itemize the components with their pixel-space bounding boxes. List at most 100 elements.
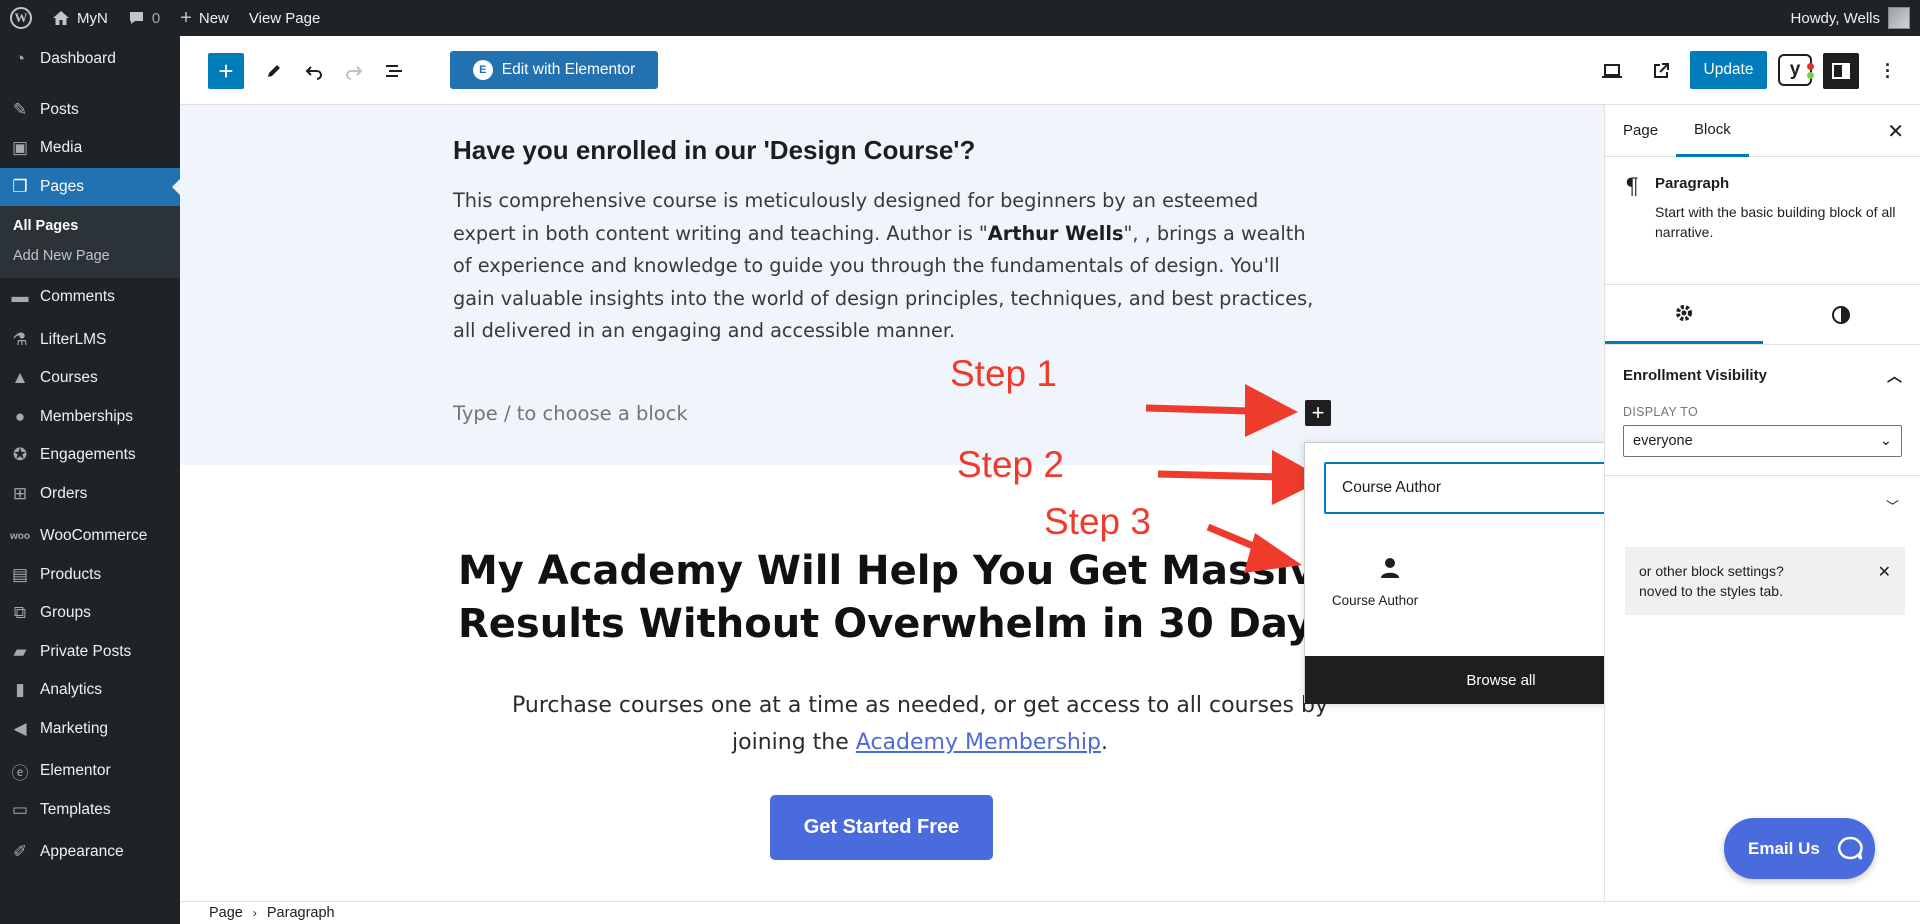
- sidebar-item-pages[interactable]: ❐ Pages: [0, 167, 180, 206]
- admin-sidebar: ◔ Dashboard ✎ Posts ▣ Media ❐ Pages All Page…: [0, 36, 180, 924]
- comments-link[interactable]: 0: [118, 0, 170, 36]
- sidebar-item-comments[interactable]: ▬ Comments: [0, 278, 180, 317]
- sidebar-item-engagements[interactable]: ✪ Engagements: [0, 436, 180, 475]
- sidebar-item-memberships[interactable]: ● Memberships: [0, 398, 180, 437]
- inline-block-inserter-button[interactable]: +: [1305, 400, 1331, 426]
- sidebar-item-courses[interactable]: ▲ Courses: [0, 359, 180, 398]
- plus-icon: +: [218, 56, 234, 86]
- site-name-link[interactable]: MyN: [42, 0, 118, 36]
- submenu-all-pages[interactable]: All Pages: [0, 211, 180, 241]
- pages-icon: ❐: [12, 176, 28, 196]
- hero-heading[interactable]: My Academy Will Help You Get Massiv Resu…: [458, 545, 1358, 651]
- hero-heading-line: My Academy Will Help You Get Massiv: [458, 548, 1316, 594]
- close-icon[interactable]: ✕: [1887, 119, 1904, 144]
- block-breadcrumb: Page › Paragraph: [180, 901, 1920, 924]
- course-author-block-result[interactable]: Course Author: [1332, 553, 1445, 608]
- chevron-up-icon: ︿: [1886, 367, 1902, 385]
- breadcrumb-page[interactable]: Page: [209, 905, 243, 921]
- options-button[interactable]: · · ·: [1870, 53, 1906, 89]
- groups-icon: ●: [14, 406, 26, 426]
- list-view-icon: [386, 65, 402, 77]
- sidebar-item-label: Products: [40, 565, 102, 583]
- tab-styles[interactable]: [1763, 285, 1920, 344]
- sidebar-item-label: Templates: [40, 800, 111, 818]
- sidebar-item-orders[interactable]: ⊞ Orders: [0, 475, 180, 514]
- sidebar-item-appearance[interactable]: ✐ Appearance: [0, 833, 180, 872]
- tab-settings[interactable]: [1605, 285, 1763, 344]
- notice-line: noved to the styles tab.: [1639, 583, 1783, 599]
- sidebar-item-label: Elementor: [40, 762, 111, 780]
- new-content-link[interactable]: + New: [170, 0, 239, 36]
- view-page-label: View Page: [248, 9, 321, 27]
- undo-button[interactable]: [296, 53, 332, 89]
- contrast-icon: [1832, 305, 1851, 324]
- enrollment-visibility-title: Enrollment Visibility: [1623, 366, 1767, 384]
- chat-bubble-icon: [1837, 836, 1863, 860]
- tab-block[interactable]: Block: [1676, 105, 1749, 157]
- yoast-status-dot-red: [1807, 63, 1814, 70]
- sidebar-item-label: Appearance: [40, 843, 124, 861]
- tab-page[interactable]: Page: [1605, 105, 1676, 157]
- display-to-label: DISPLAY TO: [1623, 405, 1699, 419]
- redo-icon: [346, 66, 363, 80]
- submenu-add-new-page[interactable]: Add New Page: [0, 241, 180, 271]
- sidebar-item-lifterlms[interactable]: ⚗ LifterLMS: [0, 321, 180, 360]
- edit-with-elementor-button[interactable]: E Edit with Elementor: [450, 51, 658, 89]
- sidebar-item-label: Groups: [40, 604, 91, 622]
- display-to-select[interactable]: everyone ⌄: [1623, 425, 1902, 457]
- hero-heading-line: Results Without Overwhelm in 30 Day: [458, 601, 1313, 647]
- sidebar-item-analytics[interactable]: ▮ Analytics: [0, 671, 180, 710]
- course-paragraph[interactable]: This comprehensive course is meticulousl…: [453, 185, 1323, 348]
- breadcrumb-paragraph[interactable]: Paragraph: [267, 905, 335, 921]
- enroll-heading[interactable]: Have you enrolled in our 'Design Course'…: [453, 135, 975, 166]
- email-us-button[interactable]: Email Us: [1724, 818, 1875, 879]
- get-started-button[interactable]: Get Started Free: [770, 795, 993, 860]
- account-menu[interactable]: Howdy, Wells: [1791, 7, 1920, 29]
- preview-button[interactable]: [1594, 53, 1630, 89]
- sidebar-item-groups[interactable]: ⧉ Groups: [0, 594, 180, 633]
- sidebar-item-media[interactable]: ▣ Media: [0, 129, 180, 168]
- sidebar-item-templates[interactable]: ▭ Templates: [0, 791, 180, 830]
- chevron-right-icon: ›: [252, 906, 257, 920]
- sidebar-item-label: Pages: [40, 177, 84, 195]
- wordpress-logo-button[interactable]: W: [0, 0, 42, 36]
- dismiss-notice-icon[interactable]: ✕: [1878, 563, 1891, 583]
- display-to-value: everyone: [1633, 433, 1693, 449]
- empty-block-placeholder[interactable]: Type / to choose a block: [453, 402, 688, 425]
- pin-icon: ✎: [12, 99, 28, 119]
- update-button[interactable]: Update: [1690, 51, 1767, 89]
- hero-subtext[interactable]: Purchase courses one at a time as needed…: [480, 687, 1360, 761]
- step-3-label: Step 3: [1044, 501, 1151, 542]
- person-icon: [1335, 553, 1445, 583]
- tools-button[interactable]: [256, 53, 292, 89]
- sidebar-item-elementor[interactable]: ⓔ Elementor: [0, 752, 180, 791]
- bar-chart-icon: ▮: [15, 680, 25, 700]
- brush-icon: ✐: [12, 842, 28, 862]
- sidebar-item-products[interactable]: ▤ Products: [0, 556, 180, 595]
- view-page-link[interactable]: View Page: [239, 0, 330, 36]
- sidebar-item-posts[interactable]: ✎ Posts: [0, 91, 180, 130]
- sidebar-item-dashboard[interactable]: ◔ Dashboard: [0, 40, 180, 79]
- sidebar-item-marketing[interactable]: ◀ Marketing: [0, 710, 180, 749]
- sidebar-item-woocommerce[interactable]: woo WooCommerce: [0, 517, 180, 556]
- redo-button[interactable]: [336, 53, 372, 89]
- collapsed-panel-toggle[interactable]: ﹀: [1605, 475, 1920, 535]
- avatar: [1888, 7, 1910, 29]
- enrollment-visibility-panel-toggle[interactable]: Enrollment Visibility ︿: [1605, 345, 1920, 405]
- academy-membership-link[interactable]: Academy Membership: [856, 730, 1101, 755]
- yoast-icon: y: [1789, 59, 1801, 80]
- yoast-button[interactable]: y: [1778, 54, 1814, 86]
- document-overview-button[interactable]: [376, 53, 412, 89]
- home-icon: [53, 11, 69, 25]
- block-inserter-toggle[interactable]: +: [208, 53, 244, 89]
- sidebar-item-label: Posts: [40, 100, 79, 118]
- network-icon: ⧉: [13, 603, 27, 623]
- cart-icon: ⊞: [12, 483, 28, 503]
- view-page-button[interactable]: [1643, 53, 1679, 89]
- settings-toggle-button[interactable]: [1823, 53, 1859, 89]
- admin-bar: W MyN 0 + New View Page Howdy, Wells: [0, 0, 1920, 36]
- sidebar-item-private-posts[interactable]: ▰ Private Posts: [0, 633, 180, 672]
- settings-tabs: Page Block ✕: [1605, 105, 1920, 157]
- plus-icon: +: [1311, 400, 1325, 425]
- megaphone-icon: ◀: [13, 718, 27, 738]
